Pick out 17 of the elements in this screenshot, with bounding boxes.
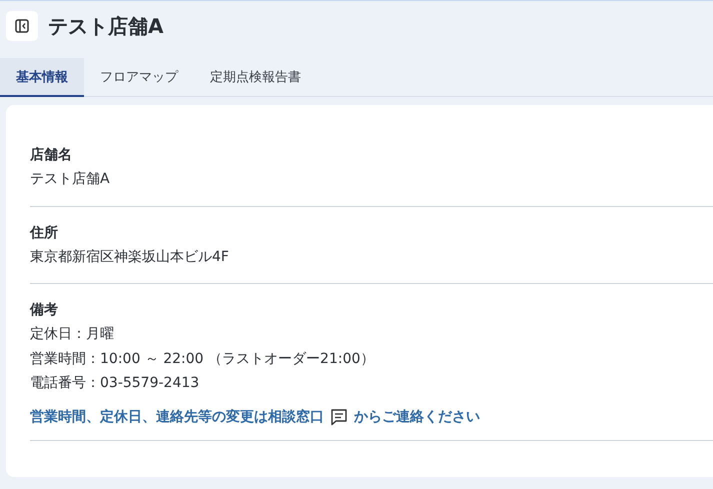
field-label: 住所 bbox=[30, 224, 59, 242]
field-value: 定休日：月曜 bbox=[30, 325, 115, 344]
sidebar-icon bbox=[15, 19, 29, 33]
sidebar-toggle-button[interactable] bbox=[6, 11, 38, 41]
tab[interactable]: フロアマップ bbox=[84, 58, 194, 97]
field-value: 東京都新宿区神楽坂山本ビル4F bbox=[30, 248, 230, 266]
notice-text: 営業時間、定休日、連絡先等の変更は相談窓口 bbox=[30, 408, 324, 426]
field-value: 電話番号：03-5579-2413 bbox=[30, 374, 200, 393]
field-value: テスト店舗A bbox=[30, 170, 111, 189]
field-value: 営業時間：10:00 ～ 22:00 （ラストオーダー21:00） bbox=[30, 350, 376, 368]
tab[interactable]: 定期点検報告書 bbox=[194, 58, 317, 97]
page-title: テスト店舗A bbox=[48, 12, 164, 40]
field-label: 店舗名 bbox=[30, 146, 73, 165]
field-label: 備考 bbox=[30, 301, 59, 320]
notice-text: からご連絡ください bbox=[354, 408, 480, 426]
tab[interactable]: 基本情報 bbox=[0, 58, 84, 97]
chat-icon bbox=[330, 408, 348, 426]
